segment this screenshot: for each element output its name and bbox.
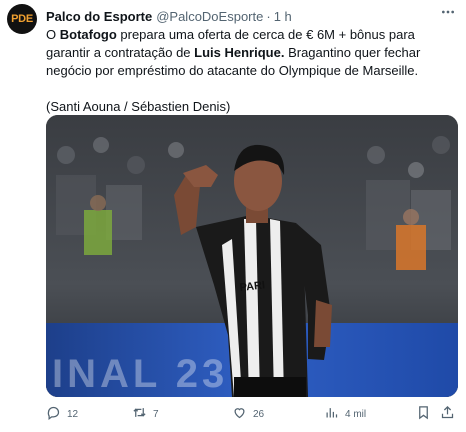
body-text: O (46, 27, 60, 42)
source-credit: (Santi Aouna / Sébastien Denis) (46, 99, 231, 114)
banner-text: INAL 23 (52, 352, 228, 396)
share-icon (440, 405, 455, 423)
retweet-icon (132, 405, 147, 423)
avatar-logo-text: PDE (11, 13, 33, 25)
reply-button[interactable]: 12 (46, 405, 78, 423)
tweet-text: O Botafogo prepara uma oferta de cerca d… (46, 26, 458, 116)
like-button[interactable]: 26 (232, 405, 264, 423)
retweet-count: 7 (153, 408, 159, 420)
views-icon (324, 405, 339, 423)
like-icon (232, 405, 247, 423)
mention-player: Luis Henrique. (194, 45, 285, 60)
views-count: 4 mil (345, 408, 367, 420)
tweet-photo[interactable]: INAL 23 PARI (46, 115, 458, 397)
bookmark-icon (416, 405, 431, 423)
reply-count: 12 (67, 408, 79, 420)
separator-dot: · (266, 8, 271, 24)
views-button[interactable]: 4 mil (324, 405, 366, 423)
avatar[interactable]: PDE (7, 4, 37, 34)
more-icon[interactable] (438, 4, 458, 20)
tweet-body-paragraph: O Botafogo prepara uma oferta de cerca d… (46, 26, 458, 80)
bookmark-button[interactable] (416, 405, 431, 423)
mention-club: Botafogo (59, 27, 117, 42)
reply-icon (46, 405, 61, 423)
retweet-button[interactable]: 7 (132, 405, 159, 423)
user-handle[interactable]: @PalcoDoEsporte (156, 9, 263, 24)
display-name[interactable]: Palco do Esporte (46, 9, 152, 24)
tweet-card[interactable]: PDE Palco do Esporte @PalcoDoEsporte · 1… (0, 0, 466, 432)
tweet-actions: 12 7 26 4 mil (46, 405, 458, 423)
like-count: 26 (253, 408, 265, 420)
timestamp[interactable]: 1 h (274, 9, 292, 24)
share-button[interactable] (440, 405, 455, 423)
tweet-header: Palco do Esporte @PalcoDoEsporte · 1 h (46, 8, 292, 24)
